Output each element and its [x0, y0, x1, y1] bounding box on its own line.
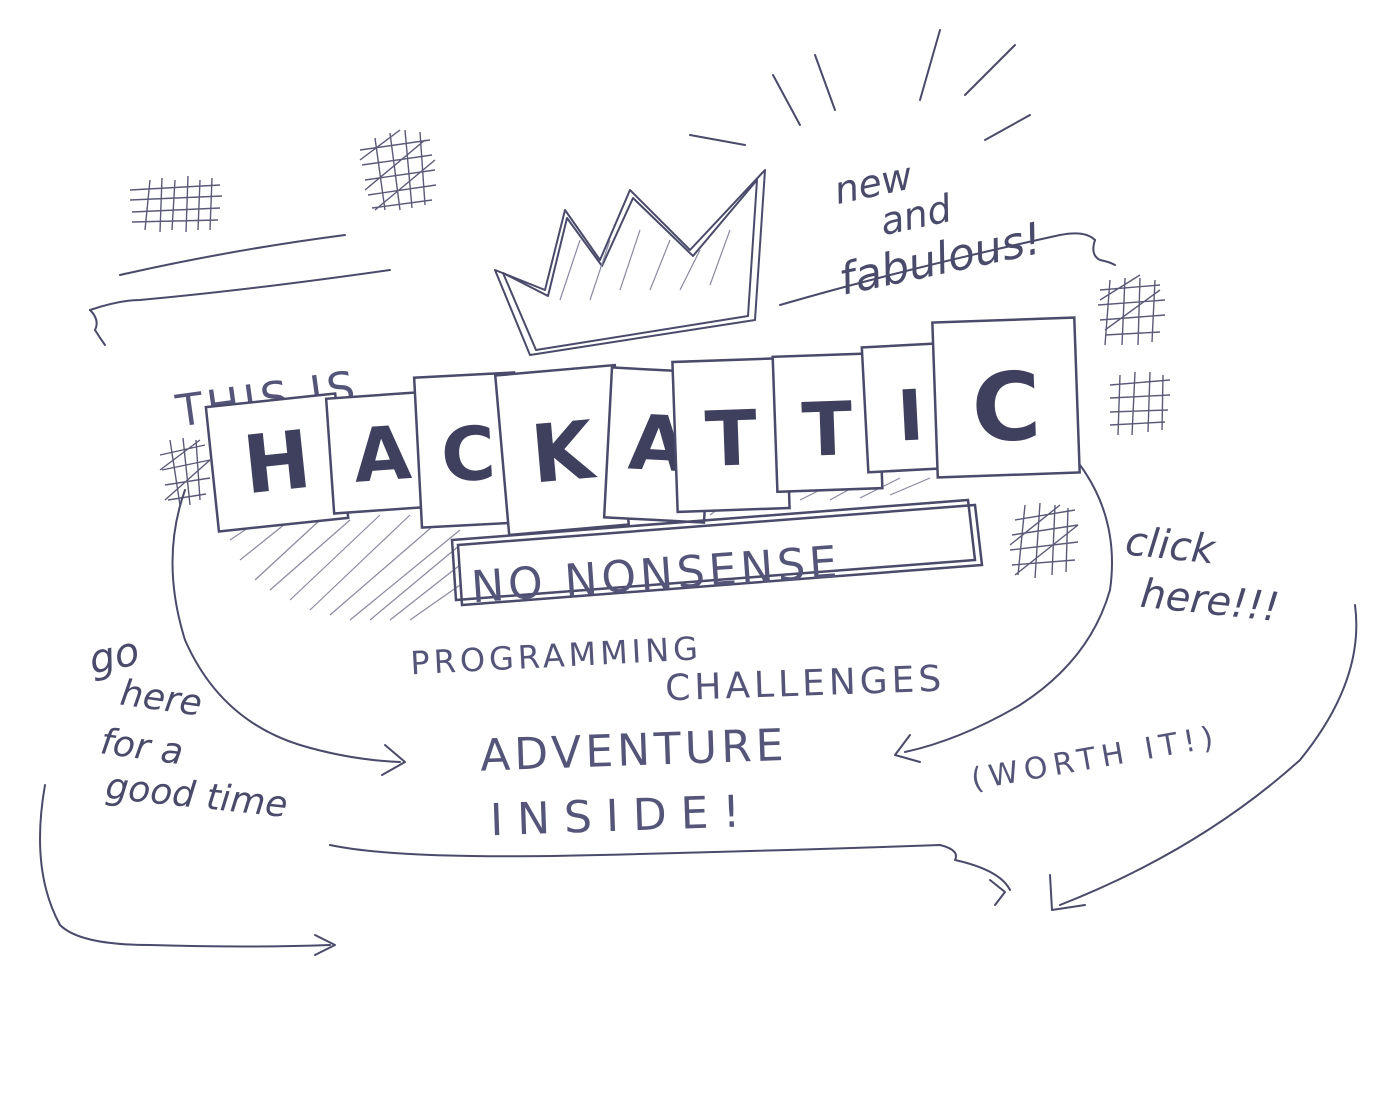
ribbon-line-left	[89, 234, 391, 346]
hatch-doodle-right1	[1097, 274, 1166, 346]
brand-letter: I	[895, 374, 925, 457]
brand-letter: C	[970, 353, 1043, 464]
hatch-doodle-left	[159, 437, 211, 506]
note-left-line: here	[118, 673, 205, 725]
subtitle-line-2: CHALLENGES	[665, 659, 946, 710]
sun-rays-doodle	[689, 29, 1031, 146]
sketch-canvas: THIS IS H A C K A T T	[39, 29, 1358, 956]
tag-new-fabulous: new and fabulous!	[830, 153, 1046, 305]
brand-tile: C	[931, 316, 1081, 479]
arrow-bottom-center	[329, 844, 1011, 906]
brand-tile: T	[671, 356, 791, 514]
brand-letter: T	[801, 386, 855, 474]
brand-letter: K	[527, 403, 600, 501]
crown-icon	[494, 169, 766, 356]
note-right[interactable]: click here!!! (WORTH IT!)	[969, 518, 1282, 797]
adventure-line-1: ADVENTURE	[479, 720, 788, 782]
brand-letter: C	[439, 411, 498, 500]
hatch-doodle-right2	[1109, 371, 1171, 436]
brand-letter: H	[239, 413, 315, 512]
arrow-left-curve	[171, 489, 406, 776]
adventure-line-2: INSIDE!	[489, 786, 755, 846]
brand-letter: A	[351, 410, 414, 500]
hatch-doodle-topleft	[129, 175, 223, 233]
hatch-doodle-top	[359, 129, 437, 211]
hatch-doodle-center	[1009, 502, 1079, 579]
note-right-line: here!!!	[1138, 571, 1281, 631]
adventure-cta[interactable]: ADVENTURE INSIDE!	[479, 720, 788, 846]
note-right-line: (WORTH IT!)	[969, 719, 1222, 797]
note-right-line: click	[1123, 518, 1219, 573]
note-left-line: good time	[104, 766, 290, 826]
brand-letter: T	[704, 393, 759, 484]
subtitle-line-1: PROGRAMMING	[409, 629, 702, 682]
